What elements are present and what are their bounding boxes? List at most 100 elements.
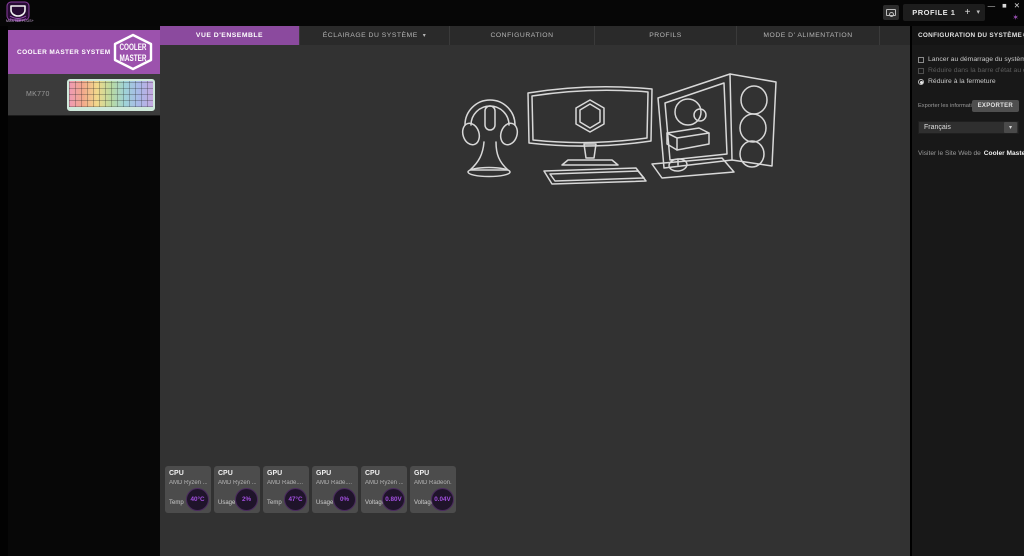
- brand-title: COOLER MASTER SYSTEM: [17, 48, 111, 56]
- close-button[interactable]: ✕: [1014, 2, 1020, 10]
- stat-device: AMD Radeon....: [414, 480, 452, 486]
- stat-value: 0%: [339, 496, 350, 503]
- tab-label: ÉCLAIRAGE DU SYSTÈME: [322, 32, 418, 39]
- tab-vue-densemble[interactable]: VUE D'ENSEMBLE: [160, 26, 300, 45]
- language-select[interactable]: Français ▾: [918, 121, 1019, 134]
- stat-value-badge: 0.80V: [382, 488, 405, 511]
- case-fan: [740, 85, 768, 115]
- export-label: Exporter les informations système et le.…: [918, 103, 972, 109]
- keyboard-thumbnail: [67, 78, 155, 111]
- brand-header: COOLER MASTER SYSTEM COOLER MASTER: [8, 30, 160, 74]
- chevron-down-icon[interactable]: ▾: [976, 9, 980, 16]
- stat-card-cpu-usage: CPU AMD Ryzen .... Usage 2%: [214, 466, 260, 513]
- stat-card-gpu-voltage: GPU AMD Radeon.... Voltage 0.04V: [410, 466, 456, 513]
- option-minimize-on-close[interactable]: Réduire à la fermeture: [918, 76, 1024, 87]
- sidebar: COOLER MASTER SYSTEM COOLER MASTER MK770: [8, 26, 160, 556]
- cooler-master-logo: COOLER MASTER: [113, 33, 153, 71]
- sidebar-item-mk770[interactable]: MK770: [8, 74, 160, 116]
- tab-bar-filler: [880, 26, 910, 45]
- stat-type: GPU: [267, 470, 283, 477]
- profile-selector[interactable]: PROFILE 1 + ▾: [903, 4, 985, 21]
- language-value: Français: [924, 124, 951, 131]
- stat-metric: Usage: [316, 500, 334, 506]
- stat-type: CPU: [365, 470, 380, 477]
- radio-icon[interactable]: [918, 78, 924, 85]
- checkbox-icon[interactable]: [918, 56, 924, 63]
- tab-label: VUE D'ENSEMBLE: [195, 32, 264, 39]
- tab-mode-d-alimentation[interactable]: MODE D' ALIMENTATION: [737, 26, 880, 45]
- case-fan: [739, 113, 767, 143]
- main-content: VUE D'ENSEMBLE ÉCLAIRAGE DU SYSTÈME ▾ CO…: [160, 26, 910, 556]
- tab-label: PROFILS: [649, 32, 682, 39]
- stat-value-badge: 0.04V: [431, 488, 454, 511]
- stat-value: 40°C: [190, 496, 205, 503]
- stat-value: 2%: [241, 496, 252, 503]
- profile-name: PROFILE 1: [912, 8, 956, 17]
- stat-type: GPU: [316, 470, 332, 477]
- stat-value: 0.80V: [385, 496, 402, 503]
- chevron-down-icon[interactable]: ▾: [1004, 122, 1017, 133]
- left-rail: [0, 26, 8, 556]
- tab-configuration[interactable]: CONFIGURATION: [450, 26, 595, 45]
- settings-panel-toggle-icon[interactable]: ✶: [1012, 14, 1019, 22]
- app-icon-label: MASTERPLUS+: [6, 19, 34, 23]
- stat-value-badge: 40°C: [186, 488, 209, 511]
- export-row: Exporter les informations système et le.…: [912, 100, 1024, 112]
- device-name: MK770: [26, 91, 50, 98]
- system-config-panel: CONFIGURATION DU SYSTÈME ⚙ Lancer au dém…: [910, 26, 1024, 556]
- stat-value-badge: 2%: [235, 488, 258, 511]
- option-label: Lancer au démarrage du système: [928, 56, 1024, 63]
- export-button[interactable]: EXPORTER: [971, 100, 1019, 112]
- system-illustration: [461, 73, 777, 185]
- pc-case: [657, 73, 777, 169]
- title-bar: MASTERPLUS+ PROFILE 1 + ▾ — ■ ✕ ✶: [0, 0, 1024, 26]
- stat-value-badge: 47°C: [284, 488, 307, 511]
- stat-card-gpu-usage: GPU AMD Rade.... Usage 0%: [312, 466, 358, 513]
- tab-label: CONFIGURATION: [490, 32, 554, 39]
- hardware-monitor-cards: CPU AMD Ryzen .... Temp 40°C CPU AMD Ryz…: [165, 466, 456, 513]
- headset-band: [464, 99, 516, 126]
- option-launch-at-startup[interactable]: Lancer au démarrage du système: [918, 54, 1024, 65]
- display-icon: [886, 9, 896, 17]
- panel-header: CONFIGURATION DU SYSTÈME ⚙: [912, 26, 1024, 45]
- monitor: [527, 86, 653, 147]
- stat-value-badge: 0%: [333, 488, 356, 511]
- svg-text:COOLER: COOLER: [120, 42, 147, 52]
- tab-eclairage-du-systeme[interactable]: ÉCLAIRAGE DU SYSTÈME ▾: [300, 26, 450, 45]
- stat-card-gpu-temp: GPU AMD Rade.... Temp 47°C: [263, 466, 309, 513]
- stat-device: AMD Rade....: [267, 480, 304, 486]
- website-link-row: Visiter le Site Web de Cooler Master: [912, 146, 1024, 161]
- svg-text:MASTER: MASTER: [120, 53, 147, 63]
- stat-value: 0.04V: [434, 496, 451, 503]
- add-profile-icon[interactable]: +: [965, 7, 971, 18]
- option-minimize-to-tray-at-startup: Réduire dans la barre d'état au démarrag…: [918, 65, 1024, 76]
- stat-card-cpu-temp: CPU AMD Ryzen .... Temp 40°C: [165, 466, 211, 513]
- stat-value: 47°C: [288, 496, 303, 503]
- option-label: Réduire dans la barre d'état au démarrag…: [928, 67, 1024, 74]
- minimize-button[interactable]: —: [988, 2, 996, 10]
- option-label: Réduire à la fermeture: [928, 78, 996, 85]
- website-link[interactable]: Cooler Master: [984, 150, 1024, 157]
- stat-type: CPU: [169, 470, 184, 477]
- panel-title: CONFIGURATION DU SYSTÈME: [918, 32, 1023, 39]
- chevron-down-icon[interactable]: ▾: [423, 32, 427, 39]
- stat-device: AMD Rade....: [316, 480, 353, 486]
- startup-options: Lancer au démarrage du système Réduire d…: [912, 54, 1024, 87]
- masterplus-window: MASTERPLUS+ PROFILE 1 + ▾ — ■ ✕ ✶ COOLER…: [0, 0, 1024, 556]
- stat-device: AMD Ryzen ....: [365, 480, 403, 486]
- cpu-cooler: [674, 98, 702, 126]
- stat-device: AMD Ryzen ....: [218, 480, 256, 486]
- stat-metric: Temp: [267, 500, 282, 506]
- stat-metric: Temp: [169, 500, 184, 506]
- stat-metric: Usage: [218, 500, 236, 506]
- website-prefix: Visiter le Site Web de: [918, 150, 981, 157]
- maximize-button[interactable]: ■: [1002, 2, 1007, 10]
- stat-type: CPU: [218, 470, 233, 477]
- checkbox-icon: [918, 67, 924, 74]
- profile-device-button[interactable]: [883, 5, 899, 20]
- tab-bar: VUE D'ENSEMBLE ÉCLAIRAGE DU SYSTÈME ▾ CO…: [160, 26, 910, 45]
- window-controls: — ■ ✕: [988, 2, 1020, 10]
- tab-label: MODE D' ALIMENTATION: [763, 32, 853, 39]
- stat-device: AMD Ryzen ....: [169, 480, 207, 486]
- tab-profils[interactable]: PROFILS: [595, 26, 737, 45]
